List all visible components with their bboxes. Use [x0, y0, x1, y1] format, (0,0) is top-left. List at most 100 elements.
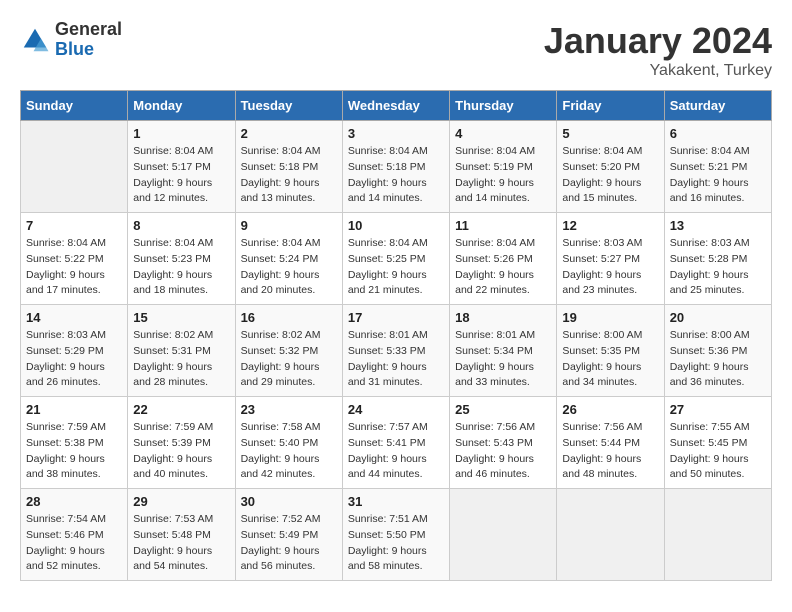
day-number: 8 — [133, 218, 229, 233]
calendar-cell: 25Sunrise: 7:56 AMSunset: 5:43 PMDayligh… — [450, 397, 557, 489]
day-number: 29 — [133, 494, 229, 509]
day-number: 12 — [562, 218, 658, 233]
day-info: Sunrise: 8:02 AMSunset: 5:31 PMDaylight:… — [133, 328, 229, 391]
calendar-cell: 16 Sunrise: 8:02 AMSunset: 5:32 PMDayligh… — [235, 305, 342, 397]
calendar-header: SundayMondayTuesdayWednesdayThursdayFrid… — [21, 91, 772, 121]
calendar-cell: 13Sunrise: 8:03 AMSunset: 5:28 PMDayligh… — [664, 213, 771, 305]
day-number: 21 — [26, 402, 122, 417]
calendar-cell — [21, 121, 128, 213]
calendar-cell: 21 Sunrise: 7:59 AMSunset: 5:38 PMDayligh… — [21, 397, 128, 489]
day-info: Sunrise: 8:04 AMSunset: 5:19 PMDaylight:… — [455, 144, 551, 207]
day-info: Sunrise: 7:59 AMSunset: 5:38 PMDaylight:… — [26, 420, 122, 483]
day-number: 9 — [241, 218, 337, 233]
calendar-cell: 11Sunrise: 8:04 AMSunset: 5:26 PMDayligh… — [450, 213, 557, 305]
header-sunday: Sunday — [21, 91, 128, 121]
day-info: Sunrise: 7:52 AMSunset: 5:49 PMDaylight:… — [241, 512, 337, 575]
week-row-0: 1 Sunrise: 8:04 AMSunset: 5:17 PMDaylight… — [21, 121, 772, 213]
day-number: 7 — [26, 218, 122, 233]
logo-general: General — [55, 20, 122, 40]
day-info: Sunrise: 8:04 AMSunset: 5:23 PMDaylight:… — [133, 236, 229, 299]
day-number: 28 — [26, 494, 122, 509]
calendar-cell: 27 Sunrise: 7:55 AMSunset: 5:45 PMDayligh… — [664, 397, 771, 489]
day-number: 30 — [241, 494, 337, 509]
calendar-cell: 10Sunrise: 8:04 AMSunset: 5:25 PMDayligh… — [342, 213, 449, 305]
calendar-cell: 4 Sunrise: 8:04 AMSunset: 5:19 PMDaylight… — [450, 121, 557, 213]
calendar-table: SundayMondayTuesdayWednesdayThursdayFrid… — [20, 90, 772, 581]
day-info: Sunrise: 8:00 AMSunset: 5:35 PMDaylight:… — [562, 328, 658, 391]
week-row-1: 7 Sunrise: 8:04 AMSunset: 5:22 PMDaylight… — [21, 213, 772, 305]
day-number: 26 — [562, 402, 658, 417]
day-info: Sunrise: 8:04 AMSunset: 5:22 PMDaylight:… — [26, 236, 122, 299]
day-info: Sunrise: 7:51 AMSunset: 5:50 PMDaylight:… — [348, 512, 444, 575]
calendar-cell: 14 Sunrise: 8:03 AMSunset: 5:29 PMDayligh… — [21, 305, 128, 397]
day-number: 27 — [670, 402, 766, 417]
day-number: 13 — [670, 218, 766, 233]
day-number: 15 — [133, 310, 229, 325]
calendar-cell: 18 Sunrise: 8:01 AMSunset: 5:34 PMDayligh… — [450, 305, 557, 397]
calendar-cell — [557, 489, 664, 581]
logo-text: General Blue — [55, 20, 122, 60]
day-number: 17 — [348, 310, 444, 325]
calendar-cell: 19 Sunrise: 8:00 AMSunset: 5:35 PMDayligh… — [557, 305, 664, 397]
day-number: 22 — [133, 402, 229, 417]
day-info: Sunrise: 7:59 AMSunset: 5:39 PMDaylight:… — [133, 420, 229, 483]
day-number: 24 — [348, 402, 444, 417]
calendar-cell: 3Sunrise: 8:04 AMSunset: 5:18 PMDaylight… — [342, 121, 449, 213]
day-info: Sunrise: 8:04 AMSunset: 5:17 PMDaylight:… — [133, 144, 229, 207]
calendar-cell: 22 Sunrise: 7:59 AMSunset: 5:39 PMDayligh… — [128, 397, 235, 489]
day-info: Sunrise: 8:01 AMSunset: 5:33 PMDaylight:… — [348, 328, 444, 391]
day-number: 25 — [455, 402, 551, 417]
day-number: 4 — [455, 126, 551, 141]
calendar-cell: 24 Sunrise: 7:57 AMSunset: 5:41 PMDayligh… — [342, 397, 449, 489]
day-info: Sunrise: 7:54 AMSunset: 5:46 PMDaylight:… — [26, 512, 122, 575]
month-title: January 2024 — [544, 20, 772, 62]
day-number: 14 — [26, 310, 122, 325]
day-info: Sunrise: 7:55 AMSunset: 5:45 PMDaylight:… — [670, 420, 766, 483]
day-info: Sunrise: 8:04 AMSunset: 5:18 PMDaylight:… — [241, 144, 337, 207]
calendar-body: 1 Sunrise: 8:04 AMSunset: 5:17 PMDaylight… — [21, 121, 772, 581]
day-info: Sunrise: 8:04 AMSunset: 5:20 PMDaylight:… — [562, 144, 658, 207]
header-friday: Friday — [557, 91, 664, 121]
logo: General Blue — [20, 20, 122, 60]
day-info: Sunrise: 8:04 AMSunset: 5:25 PMDaylight:… — [348, 236, 444, 299]
calendar-cell: 23Sunrise: 7:58 AMSunset: 5:40 PMDayligh… — [235, 397, 342, 489]
day-number: 2 — [241, 126, 337, 141]
calendar-cell: 15 Sunrise: 8:02 AMSunset: 5:31 PMDayligh… — [128, 305, 235, 397]
day-number: 18 — [455, 310, 551, 325]
day-info: Sunrise: 8:04 AMSunset: 5:21 PMDaylight:… — [670, 144, 766, 207]
calendar-cell: 31Sunrise: 7:51 AMSunset: 5:50 PMDayligh… — [342, 489, 449, 581]
day-info: Sunrise: 7:58 AMSunset: 5:40 PMDaylight:… — [241, 420, 337, 483]
title-block: January 2024 Yakakent, Turkey — [544, 20, 772, 80]
day-info: Sunrise: 8:04 AMSunset: 5:26 PMDaylight:… — [455, 236, 551, 299]
day-info: Sunrise: 8:01 AMSunset: 5:34 PMDaylight:… — [455, 328, 551, 391]
week-row-2: 14 Sunrise: 8:03 AMSunset: 5:29 PMDayligh… — [21, 305, 772, 397]
calendar-cell: 30 Sunrise: 7:52 AMSunset: 5:49 PMDayligh… — [235, 489, 342, 581]
day-info: Sunrise: 7:53 AMSunset: 5:48 PMDaylight:… — [133, 512, 229, 575]
day-info: Sunrise: 7:56 AMSunset: 5:44 PMDaylight:… — [562, 420, 658, 483]
day-number: 19 — [562, 310, 658, 325]
calendar-cell: 7 Sunrise: 8:04 AMSunset: 5:22 PMDaylight… — [21, 213, 128, 305]
header-row: SundayMondayTuesdayWednesdayThursdayFrid… — [21, 91, 772, 121]
day-info: Sunrise: 8:04 AMSunset: 5:24 PMDaylight:… — [241, 236, 337, 299]
calendar-cell: 6 Sunrise: 8:04 AMSunset: 5:21 PMDaylight… — [664, 121, 771, 213]
day-info: Sunrise: 7:57 AMSunset: 5:41 PMDaylight:… — [348, 420, 444, 483]
calendar-cell: 12Sunrise: 8:03 AMSunset: 5:27 PMDayligh… — [557, 213, 664, 305]
calendar-cell: 26 Sunrise: 7:56 AMSunset: 5:44 PMDayligh… — [557, 397, 664, 489]
calendar-cell: 2 Sunrise: 8:04 AMSunset: 5:18 PMDaylight… — [235, 121, 342, 213]
day-number: 6 — [670, 126, 766, 141]
day-info: Sunrise: 8:02 AMSunset: 5:32 PMDaylight:… — [241, 328, 337, 391]
calendar-cell: 20Sunrise: 8:00 AMSunset: 5:36 PMDayligh… — [664, 305, 771, 397]
calendar-cell: 1 Sunrise: 8:04 AMSunset: 5:17 PMDaylight… — [128, 121, 235, 213]
logo-icon — [20, 25, 50, 55]
calendar-cell — [664, 489, 771, 581]
week-row-3: 21 Sunrise: 7:59 AMSunset: 5:38 PMDayligh… — [21, 397, 772, 489]
day-number: 16 — [241, 310, 337, 325]
calendar-cell: 29 Sunrise: 7:53 AMSunset: 5:48 PMDayligh… — [128, 489, 235, 581]
week-row-4: 28 Sunrise: 7:54 AMSunset: 5:46 PMDayligh… — [21, 489, 772, 581]
calendar-cell: 17 Sunrise: 8:01 AMSunset: 5:33 PMDayligh… — [342, 305, 449, 397]
header-tuesday: Tuesday — [235, 91, 342, 121]
day-number: 1 — [133, 126, 229, 141]
day-info: Sunrise: 8:03 AMSunset: 5:29 PMDaylight:… — [26, 328, 122, 391]
calendar-cell: 9 Sunrise: 8:04 AMSunset: 5:24 PMDaylight… — [235, 213, 342, 305]
calendar-cell — [450, 489, 557, 581]
